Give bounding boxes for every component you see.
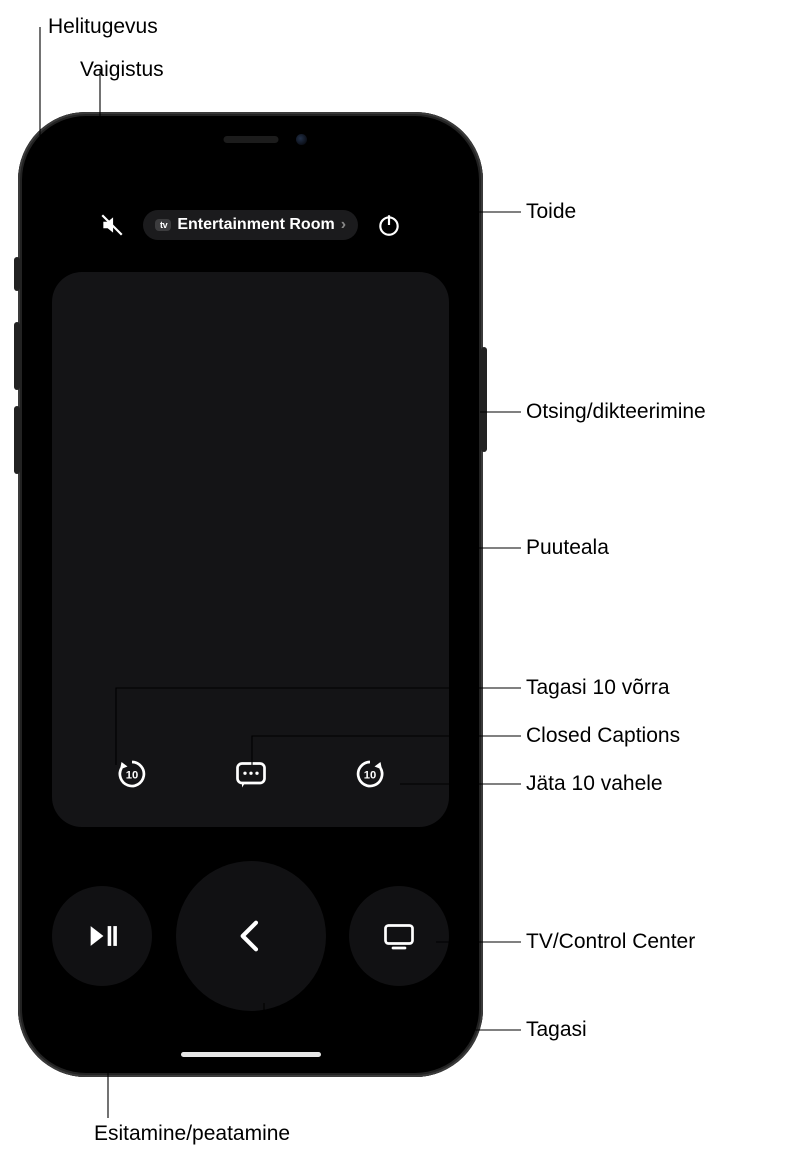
device-selector[interactable]: tv Entertainment Room › — [143, 210, 358, 240]
phone-screen: tv Entertainment Room › 10 — [28, 122, 473, 1067]
closed-captions-button[interactable] — [226, 749, 276, 799]
play-pause-icon — [85, 919, 119, 953]
back-button[interactable] — [176, 861, 326, 1011]
speaker-grille — [223, 136, 278, 143]
ringer-switch — [14, 257, 20, 291]
label-back: Tagasi — [526, 1018, 587, 1042]
captions-icon — [233, 756, 269, 792]
volume-up-hw-button — [14, 322, 20, 390]
remote-top-bar: tv Entertainment Room › — [28, 202, 473, 248]
touchpad[interactable]: 10 10 — [52, 272, 449, 827]
power-button[interactable] — [372, 208, 406, 242]
label-play-pause: Esitamine/peatamine — [94, 1122, 290, 1146]
label-volume: Helitugevus — [48, 15, 158, 39]
label-power: Toide — [526, 200, 576, 224]
apple-tv-badge: tv — [155, 219, 171, 231]
tv-icon — [381, 918, 417, 954]
volume-down-hw-button — [14, 406, 20, 474]
phone-frame: tv Entertainment Room › 10 — [18, 112, 483, 1077]
side-hw-button — [481, 347, 487, 452]
play-pause-button[interactable] — [52, 886, 152, 986]
label-touch-area: Puuteala — [526, 536, 609, 560]
skip-forward-10-icon: 10 — [352, 756, 388, 792]
label-closed-captions: Closed Captions — [526, 724, 680, 748]
room-name: Entertainment Room — [177, 216, 334, 234]
label-skip-fwd-10: Jäta 10 vahele — [526, 772, 663, 796]
mute-button[interactable] — [95, 208, 129, 242]
label-skip-back-10: Tagasi 10 võrra — [526, 676, 670, 700]
mute-icon — [99, 212, 125, 238]
power-icon — [376, 212, 402, 238]
skip-forward-10-button[interactable]: 10 — [345, 749, 395, 799]
touchpad-button-row: 10 10 — [52, 749, 449, 799]
label-search-dictation: Otsing/dikteerimine — [526, 400, 706, 424]
remote-controls — [52, 861, 449, 1011]
chevron-right-icon: › — [341, 216, 346, 234]
chevron-left-icon — [231, 916, 271, 956]
svg-text:10: 10 — [125, 770, 138, 782]
home-indicator — [181, 1052, 321, 1057]
front-camera — [296, 134, 307, 145]
skip-back-10-icon: 10 — [114, 756, 150, 792]
svg-text:10: 10 — [363, 770, 376, 782]
label-tv-cc: TV/Control Center — [526, 930, 695, 954]
tv-control-center-button[interactable] — [349, 886, 449, 986]
label-mute: Vaigistus — [80, 58, 164, 82]
skip-back-10-button[interactable]: 10 — [107, 749, 157, 799]
